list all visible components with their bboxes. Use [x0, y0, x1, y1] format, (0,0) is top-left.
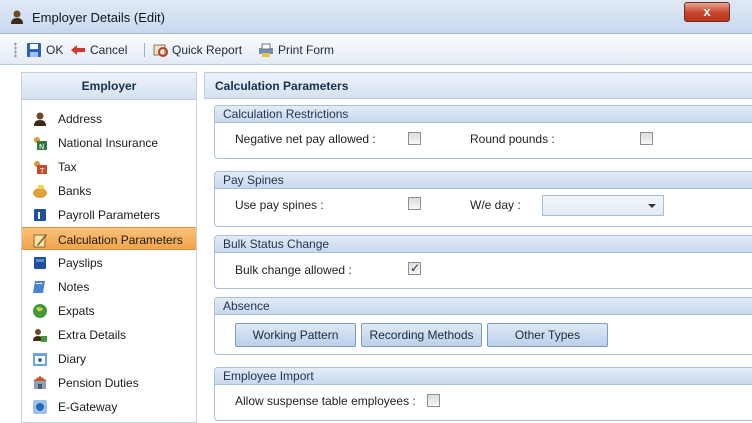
book-icon: [34, 257, 46, 269]
toolbar-separator: [144, 43, 145, 57]
quick-report-label: Quick Report: [172, 43, 243, 57]
sidebar-item-tax[interactable]: T Tax: [22, 155, 196, 178]
page-title: Calculation Parameters: [204, 72, 752, 99]
absence-group: Absence Working Pattern Recording Method…: [214, 297, 752, 355]
sidebar-item-diary[interactable]: Diary: [22, 347, 196, 370]
tax-icon: T: [34, 161, 47, 175]
sidebar-item-e-gateway[interactable]: E-Gateway: [22, 395, 196, 418]
piggy-bank-icon: [33, 185, 47, 198]
pencil-note-icon: [33, 234, 47, 248]
sidebar-item-label: Calculation Parameters: [58, 233, 183, 247]
calculation-restrictions-group: Calculation Restrictions Negative net pa…: [214, 105, 752, 159]
print-form-label: Print Form: [278, 43, 335, 57]
round-pounds-label: Round pounds :: [470, 132, 555, 146]
pay-spines-group: Pay Spines Use pay spines : W/e day :: [214, 171, 752, 227]
bulk-change-checkbox[interactable]: ✓: [408, 261, 421, 275]
sidebar-item-calculation-parameters[interactable]: Calculation Parameters: [22, 227, 196, 250]
sidebar-item-banks[interactable]: Banks: [22, 179, 196, 202]
save-icon: [27, 43, 41, 57]
we-day-label: W/e day :: [470, 198, 521, 212]
svg-text:T: T: [39, 167, 45, 175]
group-title: Calculation Restrictions: [215, 106, 752, 123]
svg-text:N: N: [39, 143, 44, 151]
sidebar-header: Employer: [22, 73, 196, 100]
print-form-button[interactable]: Print Form: [258, 40, 334, 60]
chevron-down-icon: [648, 204, 656, 208]
cancel-label: Cancel: [90, 43, 128, 57]
sidebar-item-label: E-Gateway: [58, 400, 118, 414]
employee-import-group: Employee Import Allow suspense table emp…: [214, 367, 752, 421]
book-icon: [34, 209, 46, 221]
group-title: Bulk Status Change: [215, 236, 752, 253]
bulk-status-change-group: Bulk Status Change Bulk change allowed :…: [214, 235, 752, 289]
people-icon: [34, 112, 46, 126]
people-icon: [33, 329, 47, 342]
suspense-table-checkbox[interactable]: [427, 394, 440, 407]
pension-icon: [33, 376, 47, 389]
bulk-change-label: Bulk change allowed :: [235, 263, 352, 277]
other-types-button[interactable]: Other Types: [487, 323, 608, 347]
sidebar-item-address[interactable]: Address: [22, 107, 196, 130]
back-arrow-icon: [71, 45, 85, 55]
title-bar: Employer Details (Edit) x: [0, 0, 752, 34]
negative-net-pay-label: Negative net pay allowed :: [235, 132, 376, 146]
print-icon: [259, 43, 273, 57]
group-title: Absence: [215, 298, 752, 315]
notepad-icon: [33, 281, 45, 293]
sidebar-item-payroll-parameters[interactable]: Payroll Parameters: [22, 203, 196, 226]
ni-icon: N: [34, 137, 47, 151]
sidebar-item-notes[interactable]: Notes: [22, 275, 196, 298]
sidebar-item-label: Payslips: [58, 256, 103, 270]
we-day-select[interactable]: [542, 195, 664, 216]
recording-methods-button[interactable]: Recording Methods: [361, 323, 482, 347]
diary-icon: [33, 353, 47, 366]
round-pounds-checkbox[interactable]: [640, 132, 653, 145]
sidebar-item-label: Pension Duties: [58, 376, 139, 390]
sidebar: Employer Address N National Insurance T …: [21, 72, 197, 423]
sidebar-item-payslips[interactable]: Payslips: [22, 251, 196, 274]
working-pattern-button[interactable]: Working Pattern: [235, 323, 356, 347]
ok-label: OK: [46, 43, 64, 57]
sidebar-item-label: Address: [58, 112, 103, 126]
sidebar-item-label: Payroll Parameters: [58, 208, 161, 222]
sidebar-item-label: Tax: [58, 160, 77, 174]
sidebar-item-national-insurance[interactable]: N National Insurance: [22, 131, 196, 154]
toolbar-grip-icon: [14, 42, 17, 58]
sidebar-item-label: National Insurance: [58, 136, 159, 150]
quick-report-button[interactable]: Quick Report: [152, 40, 242, 60]
use-pay-spines-checkbox[interactable]: [408, 197, 421, 210]
close-button[interactable]: x: [684, 2, 730, 22]
sidebar-item-label: Notes: [58, 280, 90, 294]
report-icon: [153, 44, 168, 57]
sidebar-item-pension-duties[interactable]: Pension Duties: [22, 371, 196, 394]
ok-button[interactable]: OK: [26, 40, 63, 60]
sidebar-item-expats[interactable]: Expats: [22, 299, 196, 322]
group-title: Pay Spines: [215, 172, 752, 189]
toolbar: OK Cancel Quick Report Print Form: [0, 34, 752, 65]
globe-icon: [33, 304, 47, 318]
suspense-table-label: Allow suspense table employees :: [235, 394, 416, 408]
cancel-button[interactable]: Cancel: [70, 40, 127, 60]
sidebar-item-label: Extra Details: [58, 328, 127, 342]
employer-icon: [11, 10, 23, 24]
sidebar-item-label: Expats: [58, 304, 95, 318]
sidebar-item-label: Diary: [58, 352, 87, 366]
negative-net-pay-checkbox[interactable]: [408, 132, 421, 145]
window-title: Employer Details (Edit): [32, 10, 165, 25]
check-mark-icon: ✓: [410, 261, 421, 275]
group-title: Employee Import: [215, 368, 752, 385]
gateway-icon: [33, 400, 47, 414]
sidebar-item-label: Banks: [58, 184, 92, 198]
use-pay-spines-label: Use pay spines :: [235, 198, 324, 212]
sidebar-item-extra-details[interactable]: Extra Details: [22, 323, 196, 346]
